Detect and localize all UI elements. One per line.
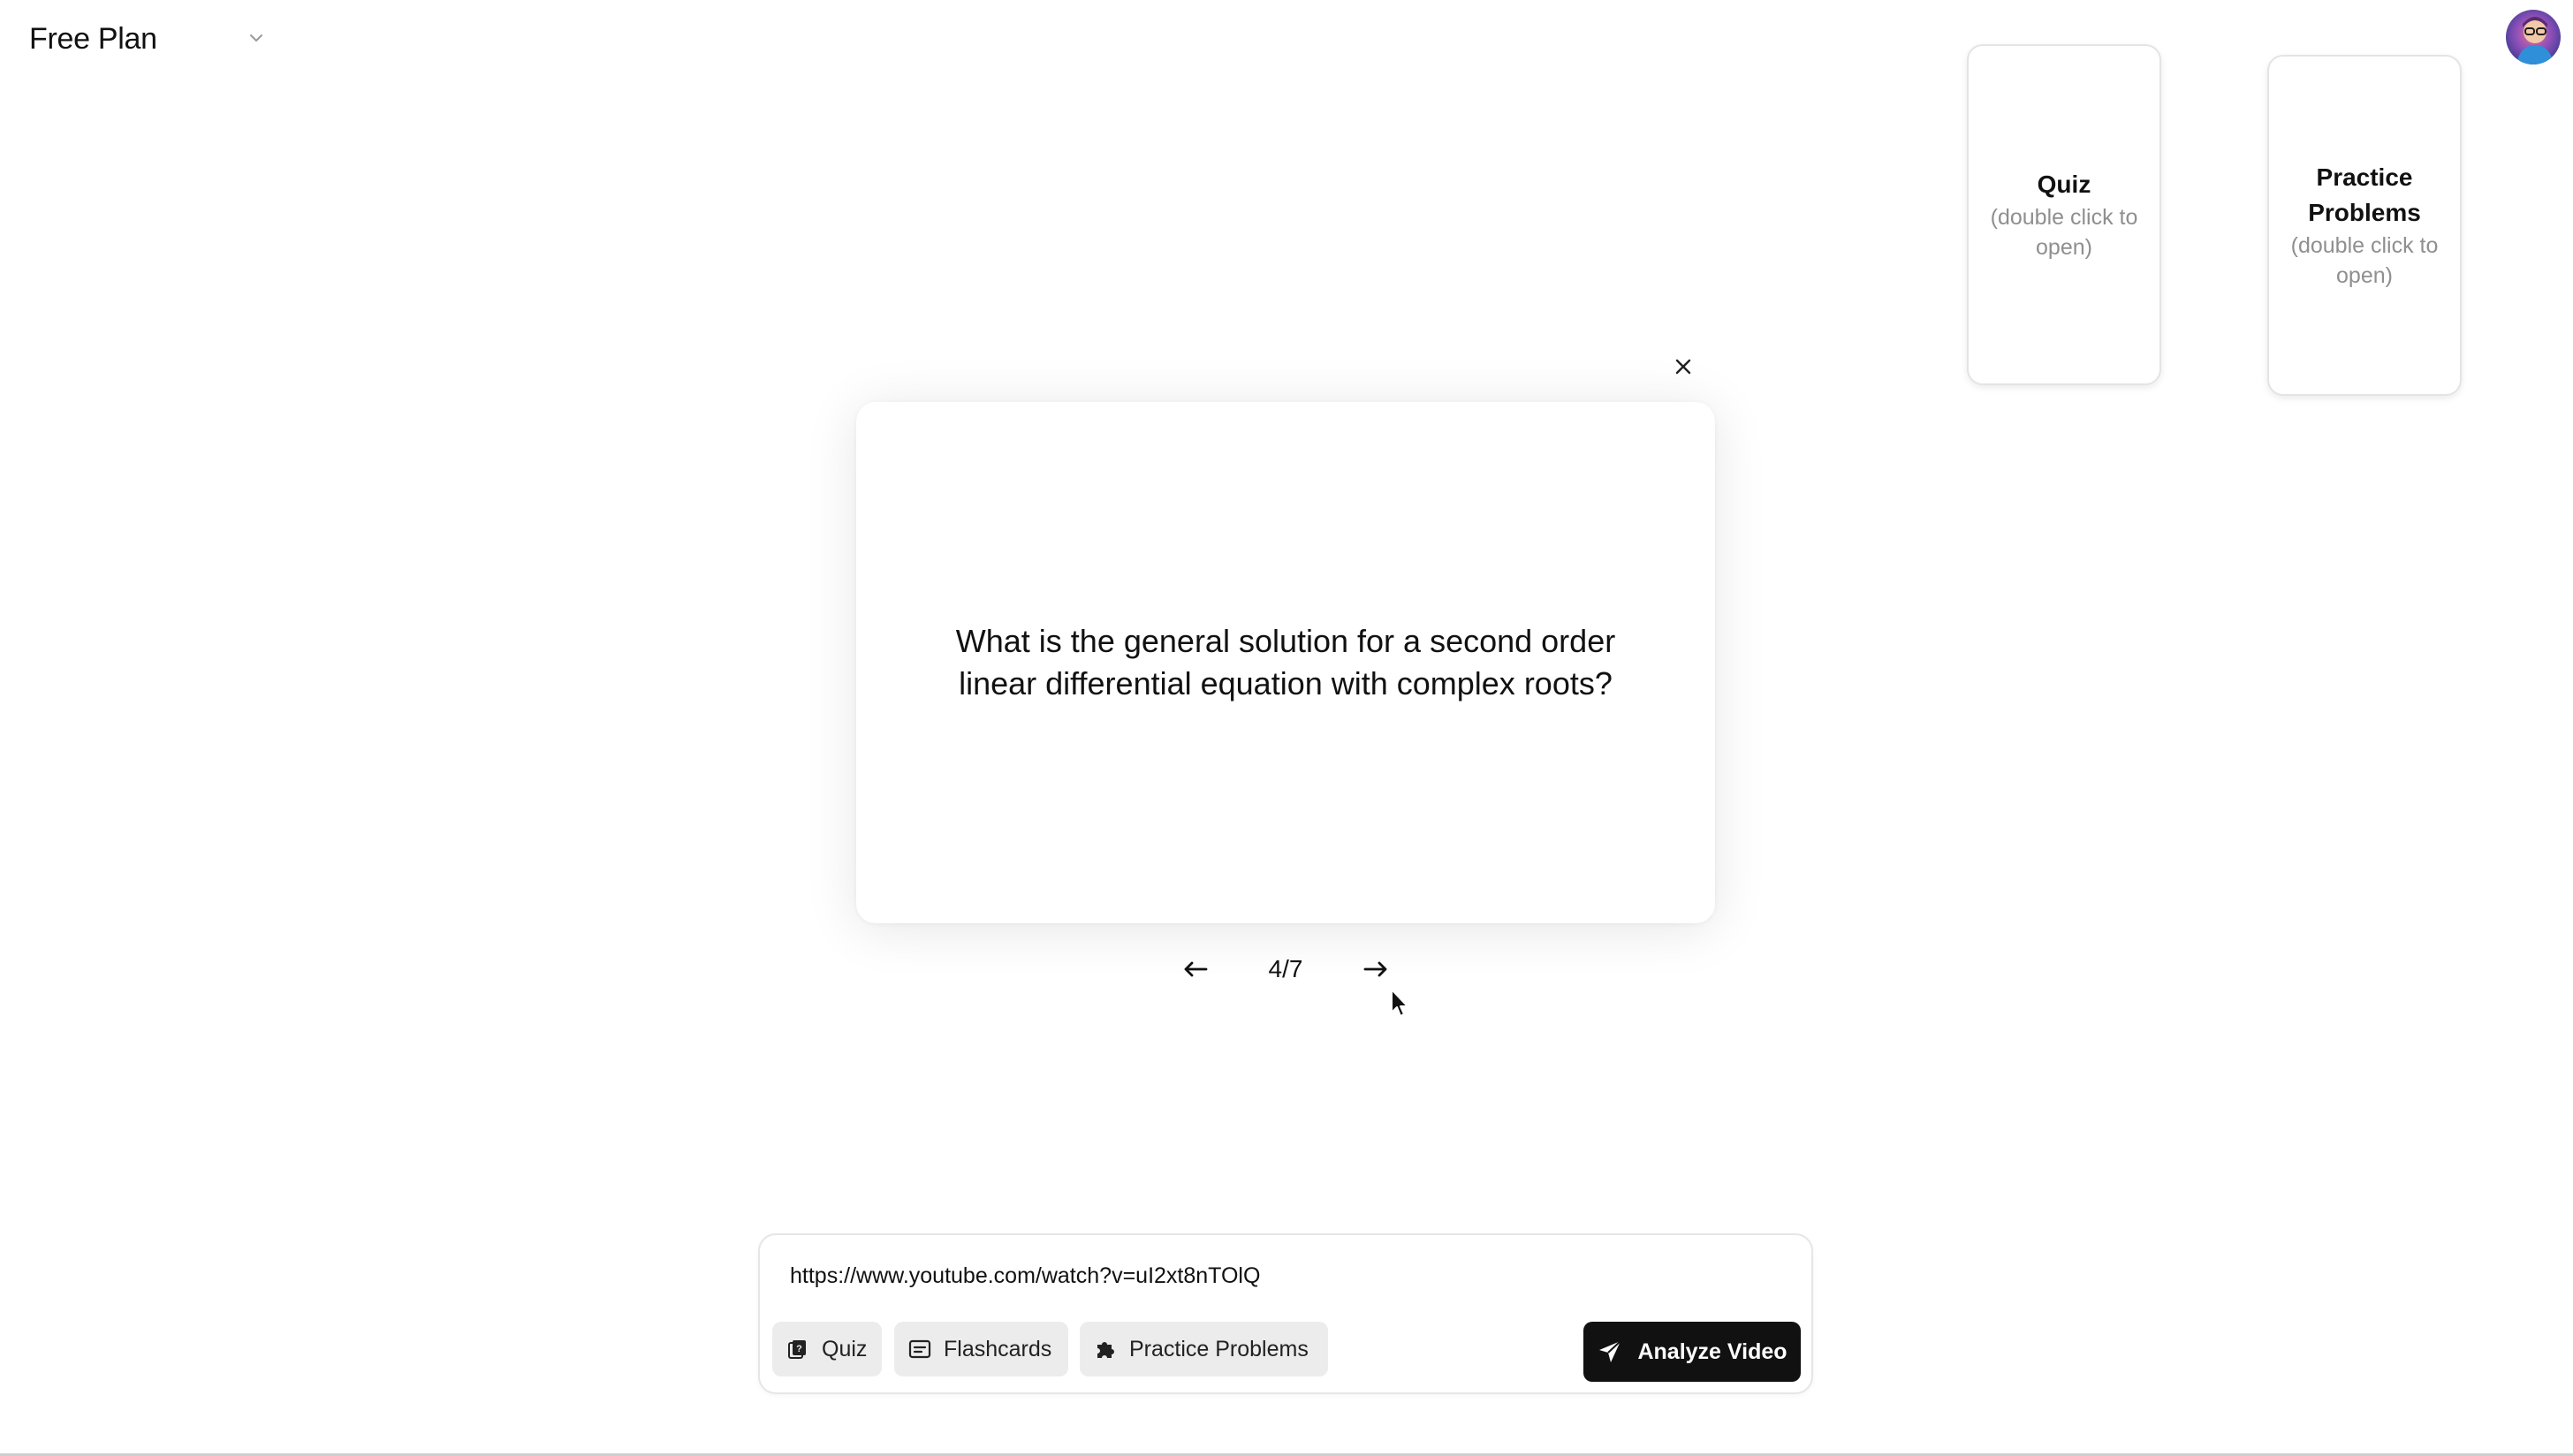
practice-problems-card[interactable]: Practice Problems (double click to open) bbox=[2267, 55, 2462, 396]
arrow-right-icon bbox=[1363, 961, 1387, 977]
next-button[interactable] bbox=[1355, 949, 1396, 990]
chevron-down-icon bbox=[250, 34, 262, 42]
quiz-card[interactable]: Quiz (double click to open) bbox=[1967, 44, 2161, 385]
flashcard-counter: 4/7 bbox=[1268, 955, 1303, 982]
video-input-panel: ? Quiz Flashcards Practice Problems Anal… bbox=[758, 1233, 1813, 1394]
svg-text:?: ? bbox=[796, 1344, 802, 1354]
quiz-chip-label: Quiz bbox=[822, 1336, 868, 1361]
quiz-card-hint: (double click to open) bbox=[1990, 205, 2138, 260]
previous-button[interactable] bbox=[1175, 949, 1216, 990]
flashcard-question: What is the general solution for a secon… bbox=[955, 623, 1616, 701]
quiz-chip[interactable]: ? Quiz bbox=[772, 1322, 882, 1376]
close-icon bbox=[1675, 359, 1691, 375]
practice-chip-label: Practice Problems bbox=[1129, 1336, 1309, 1361]
arrow-left-icon bbox=[1184, 961, 1208, 977]
practice-card-hint: (double click to open) bbox=[2290, 233, 2439, 288]
send-icon bbox=[1599, 1340, 1622, 1362]
flashcards-chip-label: Flashcards bbox=[944, 1336, 1052, 1361]
avatar-image bbox=[2506, 10, 2561, 64]
flashcards-icon bbox=[908, 1338, 931, 1361]
analyze-video-label: Analyze Video bbox=[1637, 1338, 1787, 1364]
quiz-icon: ? bbox=[786, 1338, 809, 1361]
plan-label: Free Plan bbox=[29, 21, 157, 56]
quiz-card-title: Quiz bbox=[2037, 171, 2091, 198]
flashcard-pager: 4/7 bbox=[1175, 947, 1396, 991]
practice-card-title: Practice Problems bbox=[2308, 163, 2421, 226]
avatar[interactable] bbox=[2506, 10, 2561, 64]
plan-selector[interactable]: Free Plan bbox=[29, 19, 268, 58]
practice-problems-chip[interactable]: Practice Problems bbox=[1080, 1322, 1328, 1376]
puzzle-icon bbox=[1094, 1338, 1117, 1361]
flashcards-chip[interactable]: Flashcards bbox=[894, 1322, 1068, 1376]
mouse-pointer-icon bbox=[1391, 989, 1408, 1017]
close-button[interactable] bbox=[1668, 352, 1698, 382]
flashcard[interactable]: What is the general solution for a secon… bbox=[856, 402, 1715, 923]
video-url-input[interactable] bbox=[790, 1256, 1780, 1295]
analyze-video-button[interactable]: Analyze Video bbox=[1583, 1322, 1801, 1382]
